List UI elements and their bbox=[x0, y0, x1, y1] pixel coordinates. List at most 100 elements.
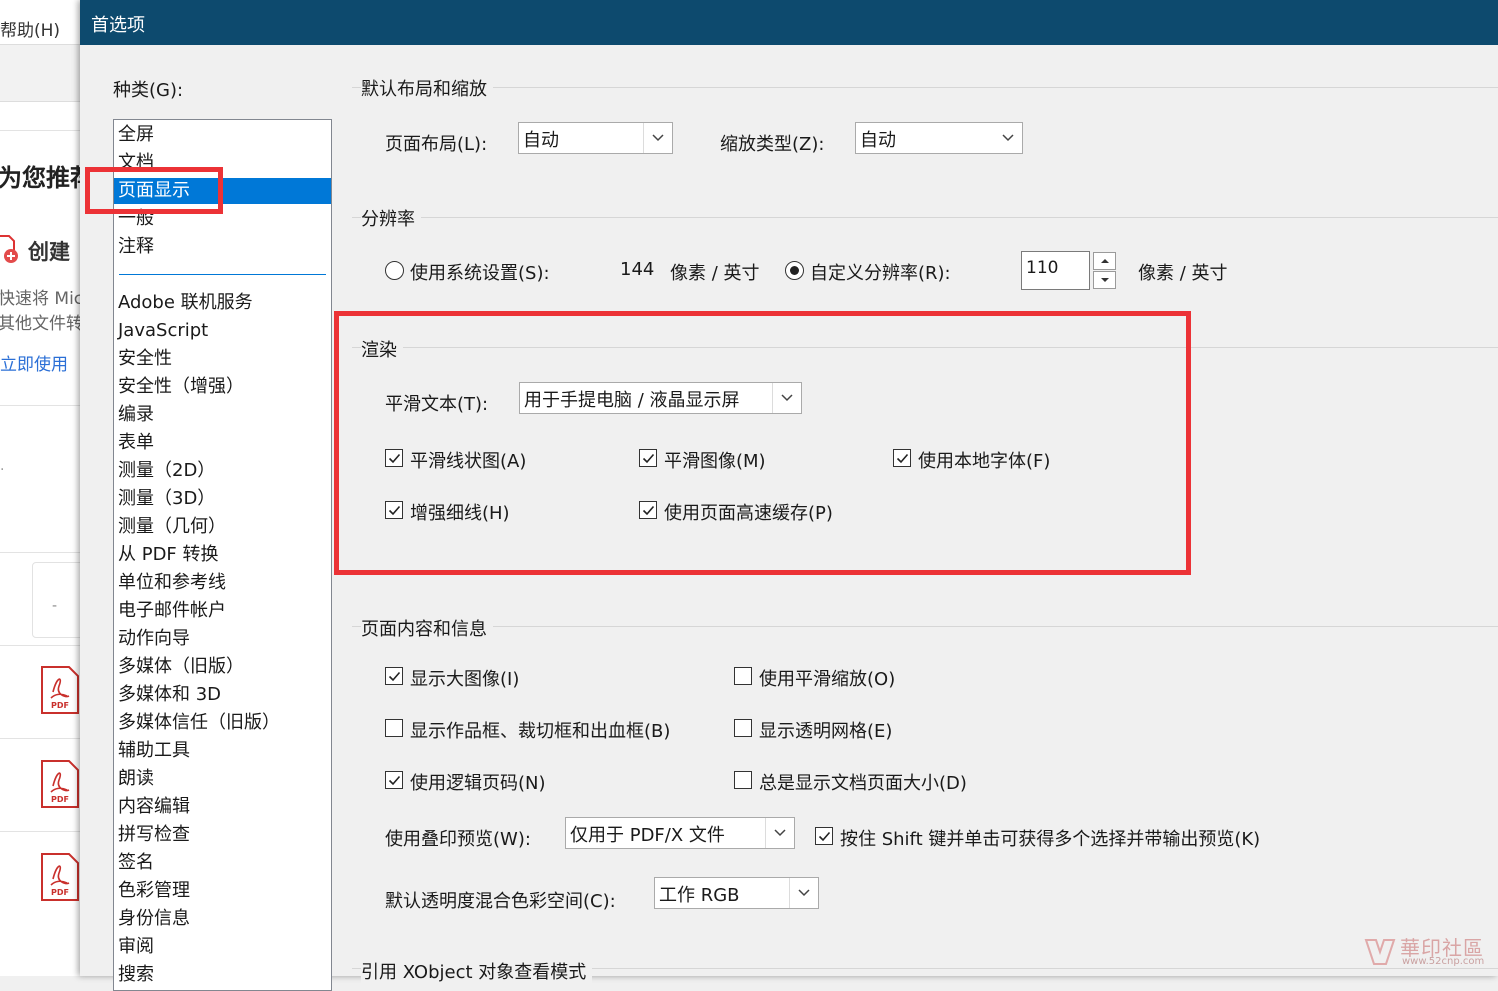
category-item[interactable]: 单位和参考线 bbox=[114, 570, 331, 596]
category-item[interactable]: 朗读 bbox=[114, 766, 331, 792]
highlight-box-rendering bbox=[334, 311, 1191, 575]
recommend-heading: 为您推荐 bbox=[0, 164, 80, 192]
shift-click-label[interactable]: 按住 Shift 键并单击可获得多个选择并带输出预览(K) bbox=[840, 825, 1260, 851]
smooth-zoom-label[interactable]: 使用平滑缩放(O) bbox=[759, 665, 895, 691]
page-layout-label: 页面布局(L): bbox=[385, 134, 488, 155]
show-boxes-label[interactable]: 显示作品框、裁切框和出血框(B) bbox=[410, 717, 670, 743]
category-item[interactable]: 安全性 bbox=[114, 346, 331, 372]
shift-click-checkbox[interactable] bbox=[815, 827, 833, 845]
logical-page-numbers-checkbox[interactable] bbox=[385, 771, 403, 789]
custom-resolution-radio[interactable] bbox=[785, 261, 804, 280]
blend-space-select[interactable]: 工作 RGB bbox=[654, 877, 819, 909]
divider bbox=[0, 130, 80, 131]
section-divider bbox=[352, 626, 1498, 627]
category-item[interactable]: 多媒体（旧版） bbox=[114, 654, 331, 680]
promo-line-1: 快速将 Mic bbox=[0, 289, 80, 309]
chevron-down-icon[interactable] bbox=[643, 123, 672, 153]
category-item[interactable]: 电子邮件帐户 bbox=[114, 598, 331, 624]
pdf-icon-label: PDF bbox=[51, 701, 69, 710]
divider bbox=[0, 552, 80, 553]
section-resolution-title: 分辨率 bbox=[361, 205, 421, 231]
category-item[interactable]: 搜索 bbox=[114, 962, 331, 988]
zoom-type-select[interactable]: 自动 bbox=[855, 122, 1023, 154]
category-item[interactable]: 安全性（增强） bbox=[114, 374, 331, 400]
show-large-images-checkbox[interactable] bbox=[385, 667, 403, 685]
card-dash: - bbox=[52, 598, 58, 614]
divider bbox=[0, 405, 80, 406]
category-item[interactable]: 测量（几何） bbox=[114, 514, 331, 540]
custom-resolution-label[interactable]: 自定义分辨率(R): bbox=[810, 259, 951, 285]
use-system-radio[interactable] bbox=[385, 261, 404, 280]
pdf-file-icon[interactable]: PDF bbox=[41, 853, 79, 901]
marker-dot: · bbox=[0, 462, 5, 478]
background-toolbar bbox=[0, 44, 80, 102]
category-divider bbox=[119, 274, 326, 275]
category-item[interactable]: 表单 bbox=[114, 430, 331, 456]
spin-down-button[interactable] bbox=[1093, 271, 1116, 289]
chevron-down-icon[interactable] bbox=[765, 818, 794, 848]
show-large-images-label[interactable]: 显示大图像(I) bbox=[410, 665, 519, 691]
promo-line-2: 其他文件转 bbox=[0, 314, 80, 334]
category-item[interactable]: 色彩管理 bbox=[114, 878, 331, 904]
pdf-icon-label: PDF bbox=[51, 888, 69, 897]
menu-help[interactable]: 帮助(H) bbox=[0, 16, 60, 41]
category-label: 种类(G): bbox=[113, 80, 184, 101]
watermark: 華印社區 www.52cnp.com bbox=[1362, 932, 1492, 972]
checkmark-icon bbox=[388, 671, 401, 682]
background-app: 帮助(H) 为您推荐 创建 快速将 Mic 其他文件转 立即使用 · - PDF… bbox=[0, 0, 80, 976]
category-item[interactable]: 从 PDF 转换 bbox=[114, 542, 331, 568]
always-show-page-size-checkbox[interactable] bbox=[734, 771, 752, 789]
page-layout-select[interactable]: 自动 bbox=[518, 122, 673, 154]
section-layout-zoom-title: 默认布局和缩放 bbox=[361, 75, 493, 101]
custom-resolution-value: 110 bbox=[1026, 258, 1059, 278]
chevron-down-icon[interactable] bbox=[789, 878, 818, 908]
pdf-icon-label: PDF bbox=[51, 795, 69, 804]
category-item[interactable]: 签名 bbox=[114, 850, 331, 876]
custom-resolution-input[interactable]: 110 bbox=[1021, 251, 1090, 290]
create-label[interactable]: 创建 bbox=[28, 236, 70, 266]
custom-resolution-unit: 像素 / 英寸 bbox=[1138, 263, 1228, 284]
system-resolution-value: 144 bbox=[620, 259, 655, 280]
show-boxes-checkbox[interactable] bbox=[385, 719, 403, 737]
overprint-select[interactable]: 仅用于 PDF/X 文件 bbox=[565, 817, 795, 849]
pdf-file-icon[interactable]: PDF bbox=[41, 666, 79, 714]
transparency-grid-label[interactable]: 显示透明网格(E) bbox=[759, 717, 892, 743]
category-item[interactable]: 辅助工具 bbox=[114, 738, 331, 764]
category-item[interactable]: 内容编辑 bbox=[114, 794, 331, 820]
category-list[interactable]: 全屏 文档 页面显示 一般 注释 Adobe 联机服务 JavaScript 安全性 安全性（增… bbox=[113, 119, 332, 991]
use-now-link[interactable]: 立即使用 bbox=[0, 350, 68, 375]
checkmark-icon bbox=[388, 775, 401, 786]
category-item[interactable]: Adobe 联机服务 bbox=[114, 290, 331, 316]
smooth-zoom-checkbox[interactable] bbox=[734, 667, 752, 685]
zoom-type-value: 自动 bbox=[860, 130, 896, 151]
chevron-down-icon[interactable] bbox=[994, 123, 1022, 153]
category-item[interactable]: 注释 bbox=[114, 234, 331, 260]
category-item[interactable]: 动作向导 bbox=[114, 626, 331, 652]
divider bbox=[0, 738, 80, 739]
transparency-grid-checkbox[interactable] bbox=[734, 719, 752, 737]
section-divider bbox=[352, 87, 1498, 88]
logical-page-numbers-label[interactable]: 使用逻辑页码(N) bbox=[410, 769, 546, 795]
section-page-content-title: 页面内容和信息 bbox=[361, 615, 493, 641]
spin-up-button[interactable] bbox=[1093, 252, 1116, 270]
overprint-value: 仅用于 PDF/X 文件 bbox=[570, 825, 725, 846]
dialog-titlebar[interactable]: 首选项 bbox=[80, 0, 1498, 45]
category-item[interactable]: 全屏 bbox=[114, 122, 331, 148]
always-show-page-size-label[interactable]: 总是显示文档页面大小(D) bbox=[759, 769, 967, 795]
category-item[interactable]: 审阅 bbox=[114, 934, 331, 960]
category-item[interactable]: 测量（3D） bbox=[114, 486, 331, 512]
category-item[interactable]: 多媒体信任（旧版） bbox=[114, 710, 331, 736]
create-pdf-icon bbox=[0, 232, 20, 264]
category-item[interactable]: 编录 bbox=[114, 402, 331, 428]
use-system-label[interactable]: 使用系统设置(S): bbox=[410, 259, 550, 285]
blend-space-value: 工作 RGB bbox=[659, 885, 740, 906]
category-item[interactable]: 测量（2D） bbox=[114, 458, 331, 484]
category-item[interactable]: 拼写检查 bbox=[114, 822, 331, 848]
category-item[interactable]: JavaScript bbox=[114, 318, 331, 344]
highlight-box-category bbox=[85, 167, 223, 214]
pdf-file-icon[interactable]: PDF bbox=[41, 760, 79, 808]
divider bbox=[0, 645, 80, 646]
blend-space-label: 默认透明度混合色彩空间(C): bbox=[385, 891, 616, 912]
category-item[interactable]: 多媒体和 3D bbox=[114, 682, 331, 708]
category-item[interactable]: 身份信息 bbox=[114, 906, 331, 932]
